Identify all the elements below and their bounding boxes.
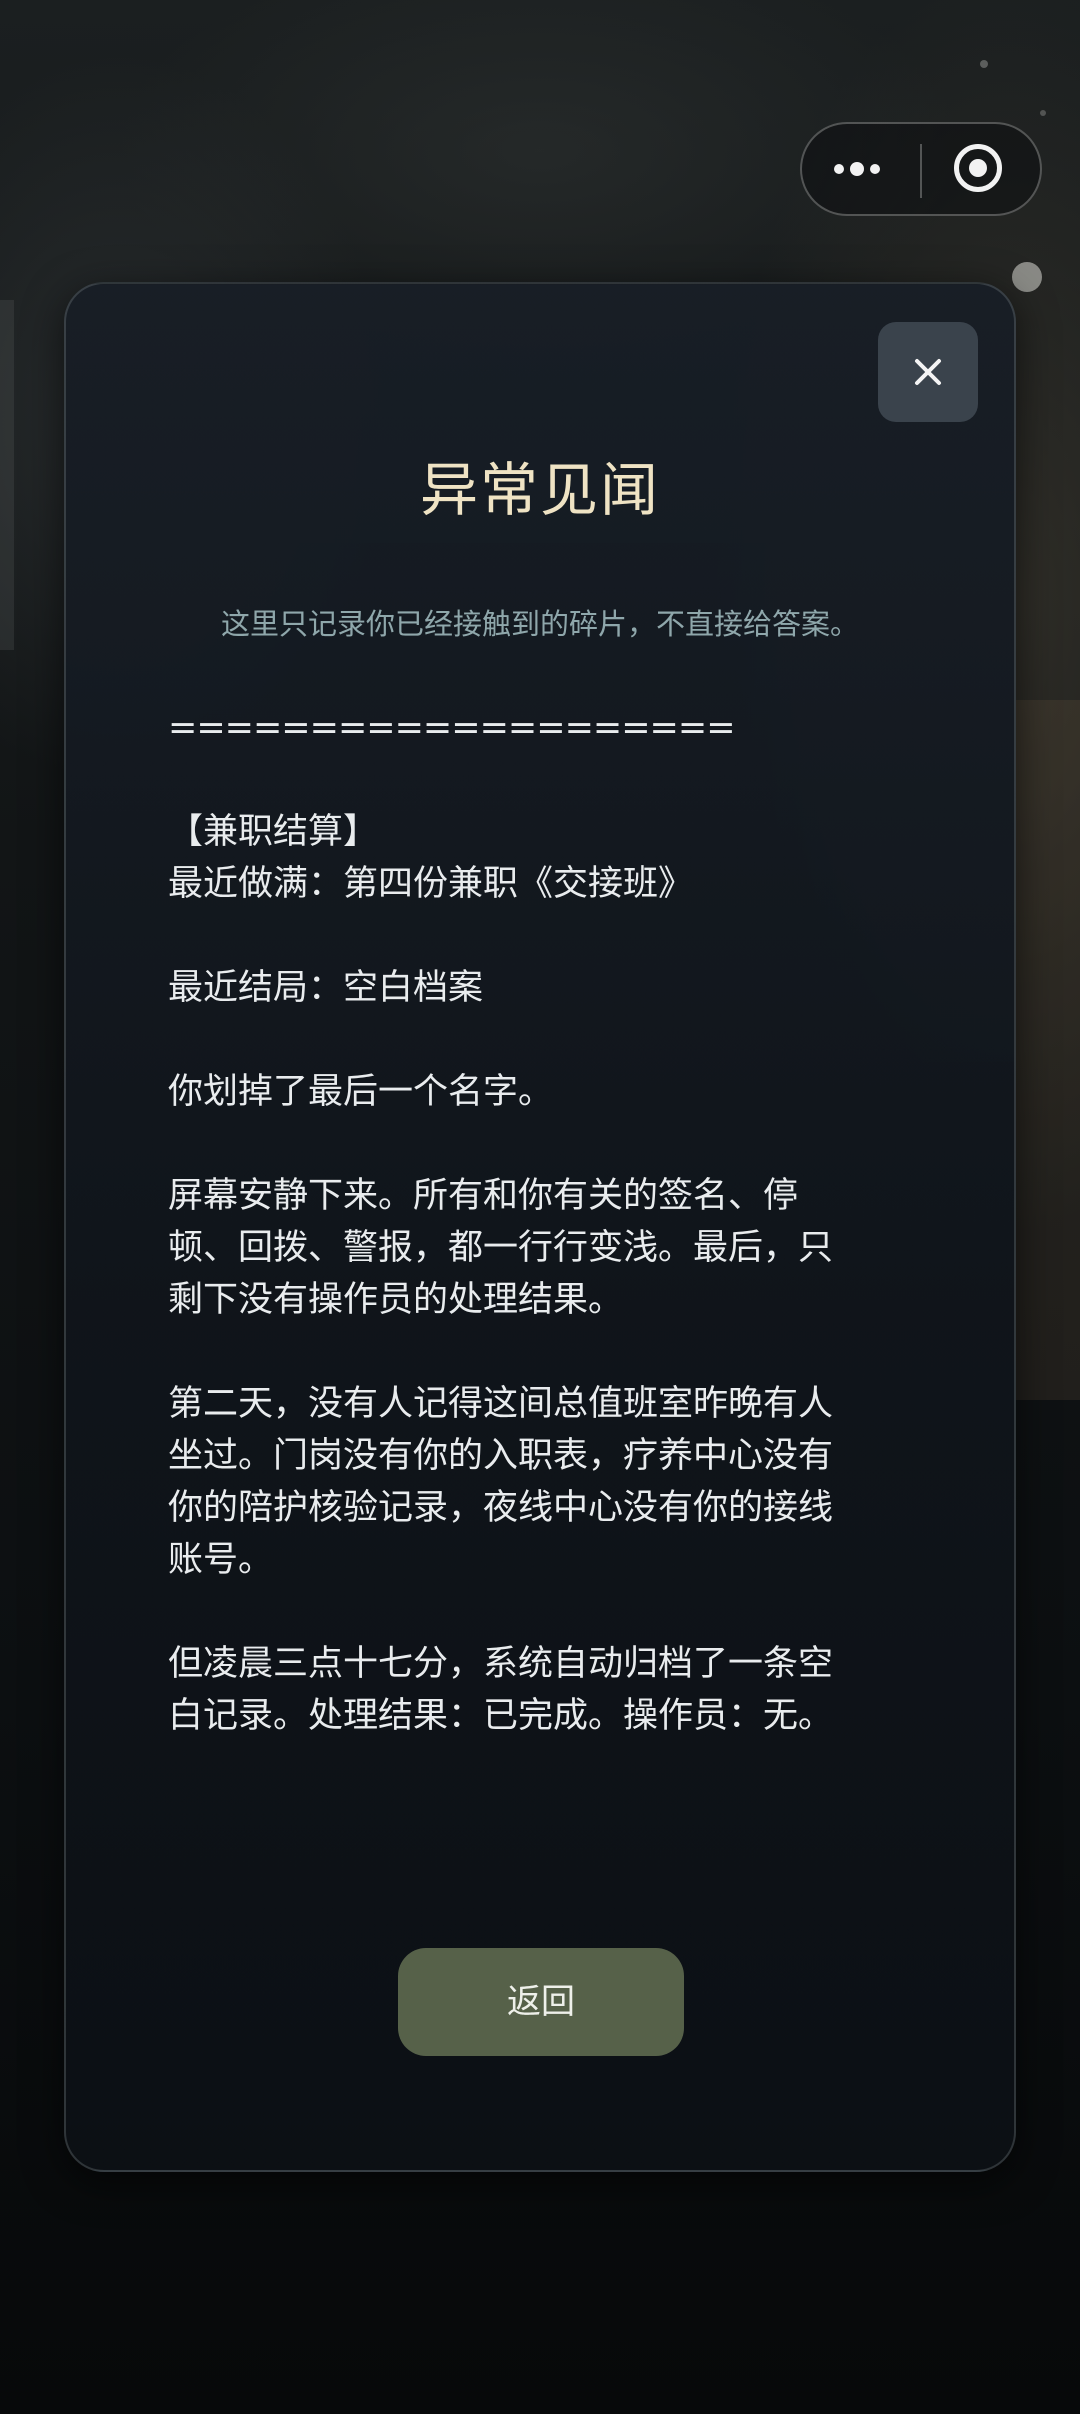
close-icon xyxy=(915,359,941,385)
record-content: ==================== 【兼职结算】 最近做满：第四份兼职《交… xyxy=(168,702,908,1742)
background-shadow-left xyxy=(0,300,14,650)
content-line: 【兼职结算】 xyxy=(168,812,379,852)
content-line xyxy=(168,1118,908,1170)
separator-line: ==================== xyxy=(168,708,736,748)
content-line: 你的陪护核验记录，夜线中心没有你的接线 xyxy=(168,1488,834,1528)
content-line: 账号。 xyxy=(168,1540,274,1580)
content-line xyxy=(168,910,908,962)
anomaly-modal: 异常见闻 这里只记录你已经接触到的碎片，不直接给答案。 ============… xyxy=(64,282,1016,2172)
modal-title: 异常见闻 xyxy=(419,456,660,524)
close-button[interactable] xyxy=(878,322,978,422)
target-circle-icon[interactable] xyxy=(952,142,1010,200)
background-light xyxy=(1012,262,1042,292)
content-line xyxy=(168,754,908,806)
background-light xyxy=(1040,110,1046,116)
background-light xyxy=(980,60,988,68)
modal-subtitle: 这里只记录你已经接触到的碎片，不直接给答案。 xyxy=(220,607,859,641)
dot xyxy=(834,164,844,174)
content-line: 坐过。门岗没有你的入职表，疗养中心没有 xyxy=(168,1436,834,1476)
content-line: 但凌晨三点十七分，系统自动归档了一条空 xyxy=(168,1644,834,1684)
content-line xyxy=(168,1014,908,1066)
content-line: 第二天，没有人记得这间总值班室昨晚有人 xyxy=(168,1384,834,1424)
content-line xyxy=(168,1586,908,1638)
content-line xyxy=(168,1326,908,1378)
content-line: 屏幕安静下来。所有和你有关的签名、停 xyxy=(168,1176,799,1216)
back-button[interactable]: 返回 xyxy=(398,1948,684,2056)
content-line: 剩下没有操作员的处理结果。 xyxy=(168,1280,624,1320)
background-shadow-right xyxy=(1016,700,1080,1400)
content-line: 最近做满：第四份兼职《交接班》 xyxy=(168,864,694,904)
dot xyxy=(870,164,880,174)
content-line: 顿、回拨、警报，都一行行变浅。最后，只 xyxy=(168,1228,834,1268)
content-line: 最近结局：空白档案 xyxy=(168,968,484,1008)
ring-core xyxy=(969,159,987,177)
capsule-divider xyxy=(920,144,922,198)
content-line: 白记录。处理结果：已完成。操作员：无。 xyxy=(168,1696,834,1736)
content-line: 你划掉了最后一个名字。 xyxy=(168,1072,554,1112)
more-dots-icon[interactable] xyxy=(820,138,904,200)
dot xyxy=(850,162,864,176)
menu-capsule xyxy=(800,122,1042,216)
